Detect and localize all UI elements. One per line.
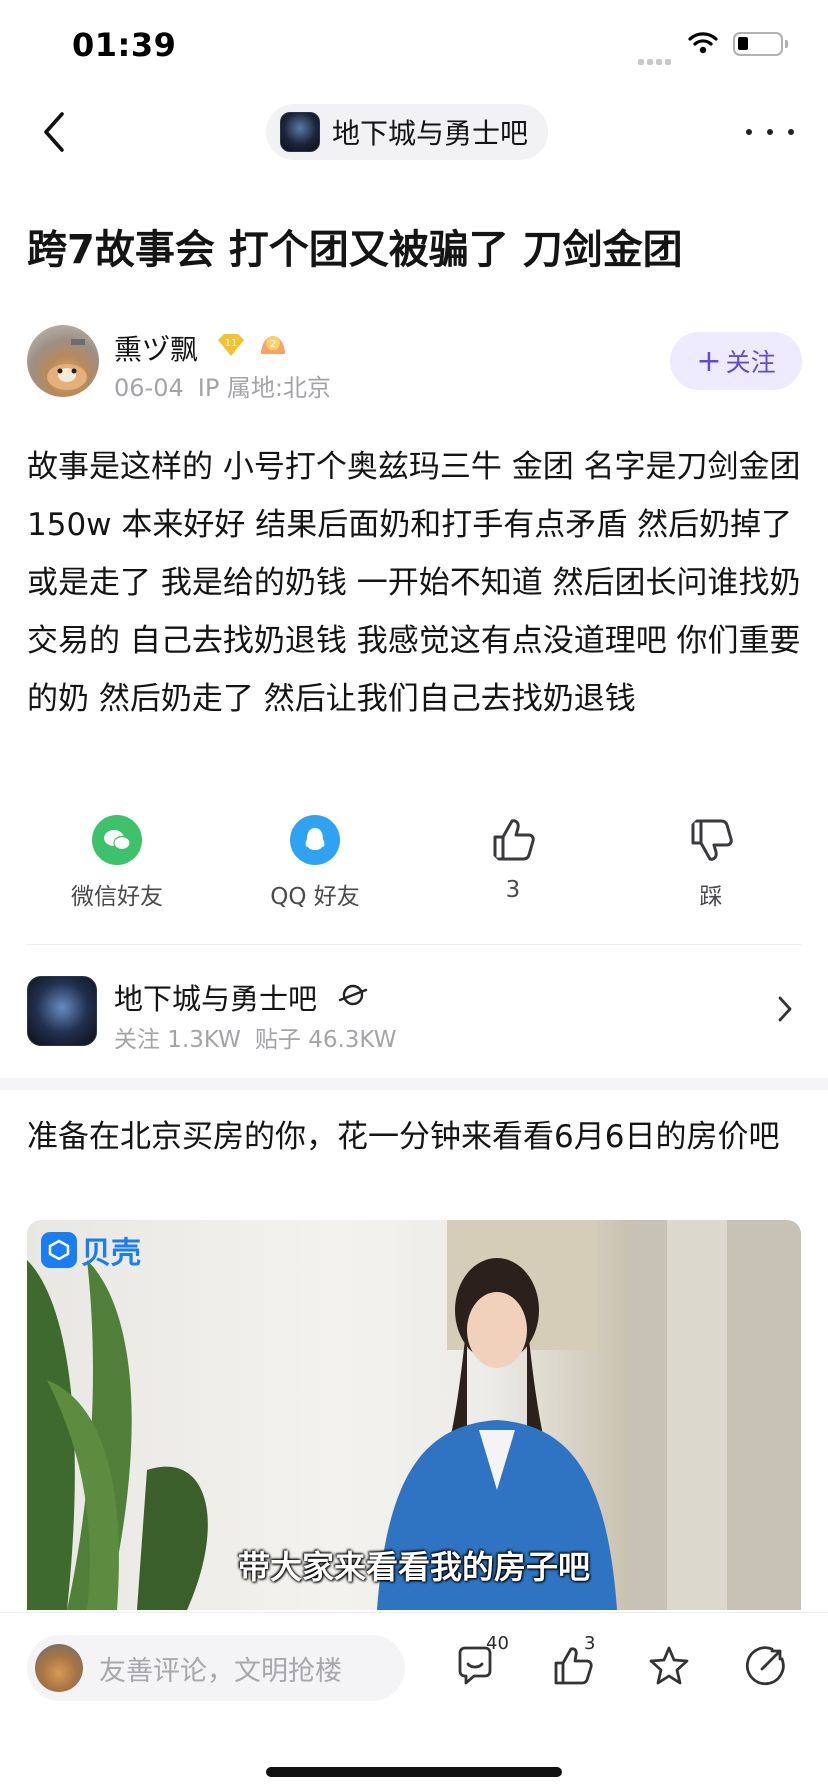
wechat-icon bbox=[92, 815, 142, 865]
thumbs-up-icon bbox=[493, 819, 535, 861]
comment-button[interactable]: 40 bbox=[452, 1633, 509, 1695]
share-icon bbox=[745, 1646, 785, 1686]
share-row: 微信好友 QQ 好友 3 踩 bbox=[0, 815, 828, 915]
status-time: 01:39 bbox=[72, 26, 177, 64]
star-icon bbox=[649, 1646, 689, 1685]
qq-icon bbox=[290, 815, 340, 865]
svg-text:11: 11 bbox=[225, 338, 238, 349]
planet-icon bbox=[338, 984, 368, 1006]
forum-card[interactable]: 地下城与勇士吧 关注 1.3KW 贴子 46.3KW bbox=[0, 958, 828, 1078]
ad-brand-icon bbox=[41, 1232, 77, 1268]
ad-caption: 带大家来看看我的房子吧 bbox=[237, 1548, 590, 1586]
comment-count: 40 bbox=[486, 1633, 509, 1654]
back-icon[interactable] bbox=[36, 106, 72, 158]
home-indicator bbox=[266, 1767, 562, 1777]
user-avatar bbox=[35, 1644, 83, 1692]
status-bar: 01:39 bbox=[0, 0, 828, 90]
author-name[interactable]: 熏ヅ飘 bbox=[114, 328, 198, 368]
ip-location: IP 属地:北京 bbox=[197, 374, 332, 402]
bottom-bar: 友善评论，文明抢楼 40 3 bbox=[0, 1612, 828, 1792]
bottom-like-button[interactable]: 3 bbox=[550, 1633, 602, 1695]
forum-pill-name: 地下城与勇士吧 bbox=[332, 117, 529, 150]
svg-text:2: 2 bbox=[270, 339, 276, 350]
forum-card-name: 地下城与勇士吧 bbox=[114, 982, 318, 1016]
medal-badge-icon: 2 bbox=[261, 336, 285, 354]
forum-thumbnail bbox=[280, 112, 320, 152]
share-button[interactable] bbox=[742, 1643, 794, 1695]
level-badge-icon: 11 bbox=[218, 334, 244, 356]
signal-icon bbox=[638, 50, 676, 65]
forum-card-stats: 关注 1.3KW 贴子 46.3KW bbox=[114, 1027, 397, 1053]
battery-icon bbox=[733, 32, 788, 56]
divider bbox=[27, 944, 801, 945]
thumbs-down-icon bbox=[691, 819, 733, 861]
follow-button[interactable]: + 关注 bbox=[670, 332, 802, 390]
share-wechat-button[interactable]: 微信好友 bbox=[37, 815, 197, 911]
plus-icon: + bbox=[696, 343, 722, 379]
like-button[interactable]: 3 bbox=[433, 815, 593, 903]
author-meta: 06-04 IP 属地:北京 bbox=[114, 368, 331, 403]
author-avatar[interactable] bbox=[27, 325, 99, 397]
comment-input[interactable]: 友善评论，文明抢楼 bbox=[27, 1635, 405, 1701]
nav-bar: 地下城与勇士吧 bbox=[0, 90, 828, 176]
share-qq-button[interactable]: QQ 好友 bbox=[235, 815, 395, 911]
ad-title[interactable]: 准备在北京买房的你，花一分钟来看看6月6日的房价吧 bbox=[27, 1112, 787, 1162]
forum-pill[interactable]: 地下城与勇士吧 bbox=[266, 104, 549, 160]
ad-brand-logo: 贝壳 bbox=[41, 1230, 141, 1271]
forum-card-thumbnail bbox=[27, 976, 97, 1046]
section-separator bbox=[0, 1078, 828, 1090]
wifi-icon bbox=[688, 32, 718, 54]
more-icon[interactable] bbox=[746, 124, 794, 140]
bottom-like-count: 3 bbox=[584, 1633, 596, 1654]
dislike-button[interactable]: 踩 bbox=[631, 815, 791, 911]
post-title: 跨7故事会 打个团又被骗了 刀剑金团 bbox=[27, 227, 683, 273]
chevron-right-icon bbox=[778, 996, 792, 1022]
ad-video[interactable]: 贝壳 带大家来看看我的房子吧 bbox=[27, 1220, 801, 1610]
post-date: 06-04 bbox=[114, 374, 184, 402]
favorite-button[interactable] bbox=[646, 1643, 698, 1695]
post-body: 故事是这样的 小号打个奥兹玛三牛 金团 名字是刀剑金团 150w 本来好好 结果… bbox=[27, 449, 801, 717]
